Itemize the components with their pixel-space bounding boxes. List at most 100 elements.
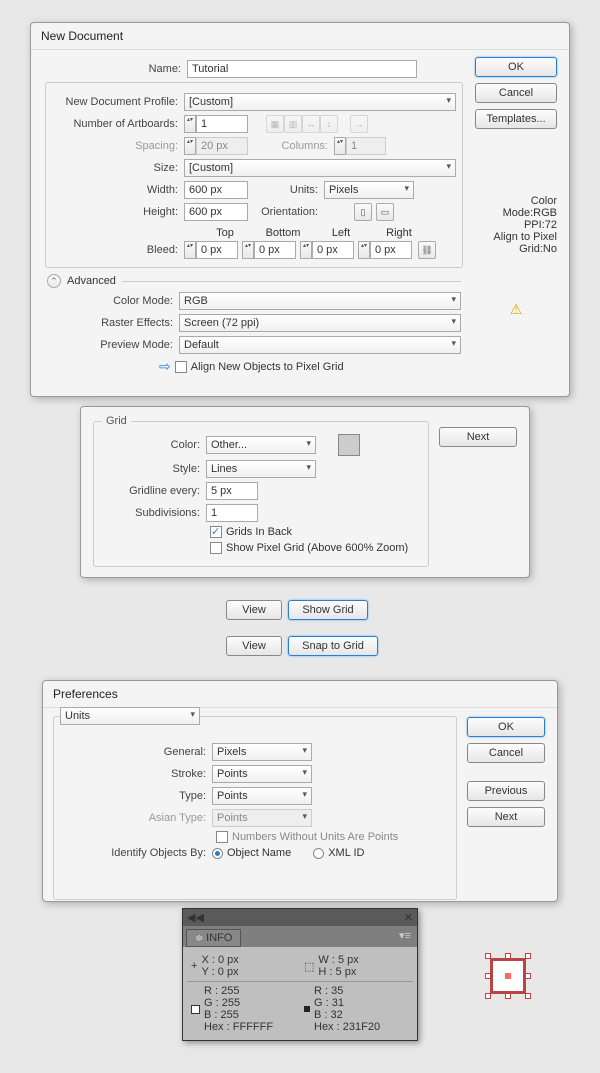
link-bleed-icon[interactable]: ⛓ bbox=[418, 241, 436, 259]
height-label: Height: bbox=[52, 206, 184, 218]
spacing-spinner: ▴▾ bbox=[184, 137, 196, 155]
snap-to-grid-button[interactable]: Snap to Grid bbox=[288, 636, 378, 656]
arrange-grid-col-icon: ▥ bbox=[284, 115, 302, 133]
arrange-rtl-icon: → bbox=[350, 115, 368, 133]
info-tab: ≑ INFO bbox=[186, 929, 241, 947]
arrange-col-icon: ↕ bbox=[320, 115, 338, 133]
warning-icon: ⚠ bbox=[510, 301, 523, 317]
subdivisions-input[interactable] bbox=[206, 504, 258, 522]
align-pixel-label: Align New Objects to Pixel Grid bbox=[191, 361, 344, 373]
ok-button[interactable]: OK bbox=[475, 57, 557, 77]
orientation-portrait-icon[interactable]: ▯ bbox=[354, 203, 372, 221]
next-button[interactable]: Next bbox=[439, 427, 517, 447]
numbers-without-units-checkbox[interactable] bbox=[216, 831, 228, 843]
arrange-grid-row-icon: ▦ bbox=[266, 115, 284, 133]
grid-color-select[interactable]: Other... bbox=[206, 436, 316, 454]
height-input[interactable] bbox=[184, 203, 248, 221]
show-pixel-grid-checkbox[interactable] bbox=[210, 542, 222, 554]
columns-label: Columns: bbox=[248, 140, 334, 152]
grids-in-back-checkbox[interactable] bbox=[210, 526, 222, 538]
orientation-landscape-icon[interactable]: ▭ bbox=[376, 203, 394, 221]
grid-style-select[interactable]: Lines bbox=[206, 460, 316, 478]
stroke-units-select[interactable]: Points bbox=[212, 765, 312, 783]
bleed-top-label: Top bbox=[196, 227, 254, 239]
units-label: Units: bbox=[248, 184, 324, 196]
spacing-input bbox=[196, 137, 248, 155]
units-select[interactable]: Pixels bbox=[324, 181, 414, 199]
meta-colormode: Color Mode:RGB bbox=[475, 195, 557, 219]
prefs-next-button[interactable]: Next bbox=[467, 807, 545, 827]
spacing-label: Spacing: bbox=[52, 140, 184, 152]
panel-dock-icon[interactable]: ◀◀ bbox=[187, 911, 204, 924]
bleed-left-input[interactable] bbox=[312, 241, 354, 259]
artboards-label: Number of Artboards: bbox=[52, 118, 184, 130]
width-input[interactable] bbox=[184, 181, 248, 199]
type-units-select[interactable]: Points bbox=[212, 787, 312, 805]
stroke-label: Stroke: bbox=[62, 768, 212, 780]
preview-select[interactable]: Default bbox=[179, 336, 461, 354]
grid-legend: Grid bbox=[102, 415, 131, 427]
arrange-row-icon: ↔ bbox=[302, 115, 320, 133]
prefs-previous-button[interactable]: Previous bbox=[467, 781, 545, 801]
stroke-swatch-icon bbox=[304, 1006, 310, 1012]
type-label: Type: bbox=[62, 790, 212, 802]
xml-id-radio[interactable] bbox=[313, 848, 324, 859]
colormode-select[interactable]: RGB bbox=[179, 292, 461, 310]
bleed-top-input[interactable] bbox=[196, 241, 238, 259]
artboards-input[interactable] bbox=[196, 115, 248, 133]
new-document-dialog: New Document OK Cancel Templates... Colo… bbox=[30, 22, 570, 397]
size-select[interactable]: [Custom] bbox=[184, 159, 456, 177]
dimensions-icon: ⬚ bbox=[304, 960, 314, 973]
meta-align: Align to Pixel Grid:No bbox=[475, 231, 557, 255]
collapse-icon[interactable]: ⌃ bbox=[47, 274, 61, 288]
profile-label: New Document Profile: bbox=[52, 96, 184, 108]
cancel-button[interactable]: Cancel bbox=[475, 83, 557, 103]
align-pixel-checkbox[interactable] bbox=[175, 361, 187, 373]
size-label: Size: bbox=[52, 162, 184, 174]
bleed-right-input[interactable] bbox=[370, 241, 412, 259]
grid-color-label: Color: bbox=[102, 439, 206, 451]
templates-button[interactable]: Templates... bbox=[475, 109, 557, 129]
orientation-label: Orientation: bbox=[248, 206, 324, 218]
profile-select[interactable]: [Custom] bbox=[184, 93, 456, 111]
general-units-select[interactable]: Pixels bbox=[212, 743, 312, 761]
panel-close-icon[interactable]: ✕ bbox=[404, 911, 413, 924]
artboards-spinner[interactable]: ▴▾ bbox=[184, 115, 196, 133]
asian-type-label: Asian Type: bbox=[62, 812, 212, 824]
preview-label: Preview Mode: bbox=[47, 339, 179, 351]
subdivisions-label: Subdivisions: bbox=[102, 507, 206, 519]
object-name-label: Object Name bbox=[227, 847, 291, 859]
bleed-label: Bleed: bbox=[52, 244, 184, 256]
prefs-section-select[interactable]: Units bbox=[60, 707, 200, 725]
gridline-every-label: Gridline every: bbox=[102, 485, 206, 497]
xml-id-label: XML ID bbox=[328, 847, 364, 859]
name-input[interactable] bbox=[187, 60, 417, 78]
panel-menu-icon[interactable]: ▾≡ bbox=[393, 926, 417, 945]
bleed-bottom-input[interactable] bbox=[254, 241, 296, 259]
bleed-left-label: Left bbox=[312, 227, 370, 239]
identify-label: Identify Objects By: bbox=[62, 847, 212, 859]
grid-color-swatch[interactable] bbox=[338, 434, 360, 456]
view-menu-button-2[interactable]: View bbox=[226, 636, 282, 656]
sample-shape[interactable] bbox=[490, 958, 526, 994]
grid-style-label: Style: bbox=[102, 463, 206, 475]
preferences-title: Preferences bbox=[43, 681, 557, 708]
columns-input bbox=[346, 137, 386, 155]
view-menu-button[interactable]: View bbox=[226, 600, 282, 620]
advanced-label: Advanced bbox=[67, 275, 116, 287]
crosshair-icon: + bbox=[191, 960, 197, 972]
show-grid-button[interactable]: Show Grid bbox=[288, 600, 368, 620]
general-label: General: bbox=[62, 746, 212, 758]
show-pixel-grid-label: Show Pixel Grid (Above 600% Zoom) bbox=[226, 542, 408, 554]
gridline-every-input[interactable] bbox=[206, 482, 258, 500]
prefs-ok-button[interactable]: OK bbox=[467, 717, 545, 737]
object-name-radio[interactable] bbox=[212, 848, 223, 859]
grids-in-back-label: Grids In Back bbox=[226, 526, 292, 538]
fill-swatch-icon bbox=[191, 1005, 200, 1014]
name-label: Name: bbox=[39, 63, 187, 75]
raster-select[interactable]: Screen (72 ppi) bbox=[179, 314, 461, 332]
columns-spinner: ▴▾ bbox=[334, 137, 346, 155]
prefs-cancel-button[interactable]: Cancel bbox=[467, 743, 545, 763]
meta-ppi: PPI:72 bbox=[475, 219, 557, 231]
width-label: Width: bbox=[52, 184, 184, 196]
